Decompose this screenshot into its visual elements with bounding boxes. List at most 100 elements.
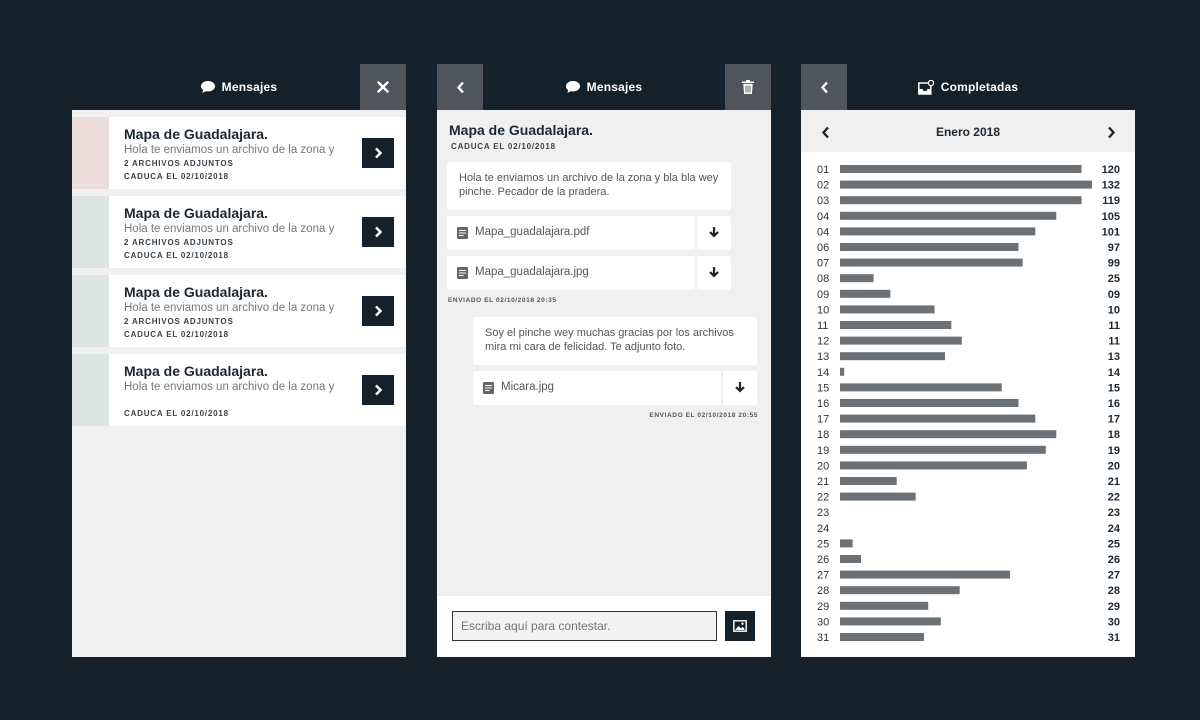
chevron-right-icon — [374, 305, 382, 317]
next-month-button[interactable] — [1101, 122, 1121, 142]
chart-area: 01 120 02 132 03 119 04 105 04 101 06 97 07 99 08 25 09 0… — [801, 152, 1135, 657]
category-label: 25 — [817, 538, 829, 550]
value-label: 13 — [1108, 351, 1120, 363]
bar — [840, 352, 945, 361]
message-card[interactable]: Mapa de Guadalajara. Hola te enviamos un… — [72, 196, 406, 268]
open-message-button[interactable] — [362, 296, 394, 326]
attachments-count: 2 ARCHIVOS ADJUNTOS — [124, 159, 234, 168]
value-label: 24 — [1108, 523, 1121, 535]
bar — [840, 196, 1082, 205]
category-label: 15 — [817, 382, 829, 394]
inbox-header: Mensajes — [72, 64, 406, 110]
download-arrow-icon — [709, 267, 719, 278]
status-strip — [72, 354, 109, 426]
chevron-right-icon — [1107, 126, 1115, 138]
value-label: 11 — [1108, 336, 1120, 348]
category-label: 10 — [817, 304, 829, 316]
value-label: 27 — [1108, 570, 1120, 582]
bar — [840, 539, 853, 548]
bar — [840, 165, 1082, 173]
download-button[interactable] — [721, 371, 757, 405]
download-button[interactable] — [695, 216, 731, 250]
value-label: 20 — [1108, 460, 1120, 472]
bar — [840, 399, 1019, 407]
trash-icon — [742, 80, 754, 94]
category-label: 03 — [817, 195, 829, 207]
value-label: 18 — [1108, 429, 1120, 441]
month-label: Enero 2018 — [935, 125, 1001, 139]
value-label: 97 — [1108, 242, 1120, 254]
chat-title: Mensajes — [586, 80, 643, 94]
message-card[interactable]: Mapa de Guadalajara. Hola te enviamos un… — [72, 117, 406, 189]
open-message-button[interactable] — [362, 375, 394, 405]
category-label: 19 — [817, 445, 829, 457]
chevron-right-icon — [374, 226, 382, 238]
chevron-right-icon — [374, 384, 382, 396]
category-label: 04 — [817, 226, 829, 238]
status-strip — [72, 196, 109, 268]
value-label: 17 — [1108, 414, 1120, 426]
open-message-button[interactable] — [362, 138, 394, 168]
document-icon — [457, 267, 468, 279]
value-label: 25 — [1108, 538, 1120, 550]
expiry-date: CADUCA EL 02/10/2018 — [124, 409, 229, 418]
bar — [840, 289, 891, 298]
attach-image-button[interactable] — [725, 611, 755, 641]
bar — [840, 633, 924, 641]
bar — [840, 570, 1011, 579]
attachment-item[interactable]: Mapa_guadalajara.jpg — [447, 256, 731, 290]
bar — [840, 414, 1036, 423]
bar — [840, 305, 935, 314]
message-title: Mapa de Guadalajara. — [124, 363, 268, 379]
close-button[interactable] — [360, 64, 406, 110]
reply-input[interactable] — [452, 611, 717, 641]
value-label: 14 — [1108, 367, 1121, 379]
message-card[interactable]: Mapa de Guadalajara. Hola te enviamos un… — [72, 354, 406, 426]
bar — [840, 601, 929, 610]
bar — [840, 445, 1046, 454]
bar — [840, 180, 1092, 189]
message-preview: Hola te enviamos un archivo de la zona y… — [124, 144, 334, 156]
delete-button[interactable] — [725, 64, 771, 110]
expiry-date: CADUCA EL 02/10/2018 — [124, 172, 229, 181]
category-label: 02 — [817, 180, 829, 192]
category-label: 07 — [817, 258, 829, 270]
bar — [840, 586, 960, 595]
status-strip — [72, 117, 109, 189]
category-label: 22 — [817, 492, 829, 504]
category-label: 28 — [817, 585, 829, 597]
attachment-item[interactable]: Micara.jpg — [473, 371, 757, 405]
bar — [840, 492, 916, 501]
category-label: 06 — [817, 242, 829, 254]
value-label: 101 — [1102, 226, 1120, 238]
category-label: 11 — [817, 320, 828, 332]
value-label: 23 — [1108, 507, 1120, 519]
completed-bar-chart: 01 12002 13203 11904 10504 10106 9707 9908 2509 0… — [817, 164, 1121, 644]
open-message-button[interactable] — [362, 217, 394, 247]
chevron-right-icon — [374, 147, 382, 159]
bar — [840, 258, 1023, 267]
bar — [840, 211, 1057, 220]
category-label: 20 — [817, 460, 829, 472]
attachment-name: Mapa_guadalajara.pdf — [475, 226, 590, 238]
category-label: 24 — [817, 523, 829, 535]
sent-timestamp: ENVIADO EL 02/10/2018 20:35 — [448, 297, 557, 304]
month-selector: Enero 2018 — [801, 110, 1135, 152]
bar — [840, 461, 1027, 470]
completed-header-title: Completadas — [801, 64, 1135, 110]
category-label: 09 — [817, 289, 829, 301]
document-icon — [483, 382, 494, 394]
category-label: 14 — [817, 367, 829, 379]
download-button[interactable] — [695, 256, 731, 290]
message-card[interactable]: Mapa de Guadalajara. Hola te enviamos un… — [72, 275, 406, 347]
category-label: 17 — [817, 414, 829, 426]
chat-subject: Mapa de Guadalajara. — [449, 122, 593, 138]
attachment-item[interactable]: Mapa_guadalajara.pdf — [447, 216, 731, 250]
value-label: 16 — [1108, 398, 1120, 410]
outgoing-message-bubble: Soy el pinche wey muchas gracias por los… — [473, 317, 757, 365]
value-label: 09 — [1108, 289, 1120, 301]
sent-timestamp: ENVIADO EL 02/10/2018 20:55 — [649, 412, 758, 419]
value-label: 26 — [1108, 554, 1120, 566]
chat-expiry: CADUCA EL 02/10/2018 — [451, 142, 556, 151]
category-label: 13 — [817, 351, 829, 363]
